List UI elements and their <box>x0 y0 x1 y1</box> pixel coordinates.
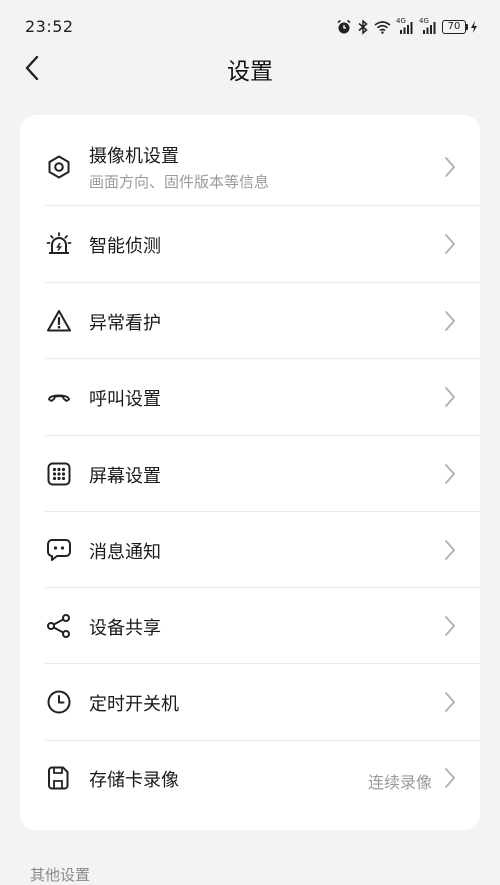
chevron-right-icon <box>445 692 455 712</box>
settings-row-device-sharing[interactable]: 设备共享 <box>20 588 480 664</box>
grid-icon <box>46 461 72 487</box>
row-label: 屏幕设置 <box>89 466 161 487</box>
chevron-right-icon <box>445 157 455 177</box>
chevron-right-icon <box>445 464 455 484</box>
chevron-right-icon <box>445 540 455 560</box>
chat-bubble-icon <box>46 537 72 563</box>
warning-triangle-icon <box>46 308 72 334</box>
status-icons: 4G 4G 70 <box>336 17 478 37</box>
row-label: 摄像机设置 <box>89 146 179 167</box>
nav-bar: 设置 <box>0 44 500 92</box>
row-value: 连续录像 <box>367 773 432 792</box>
battery-level: 70 <box>442 20 466 34</box>
settings-card: 摄像机设置 画面方向、固件版本等信息 智能侦测 异常看护 呼叫设置 屏幕设置 消… <box>20 115 480 830</box>
signal-label: 4G <box>419 17 429 25</box>
chevron-right-icon <box>445 234 455 254</box>
page-title: 设置 <box>227 59 273 85</box>
wifi-icon <box>374 20 391 34</box>
settings-row-notifications[interactable]: 消息通知 <box>20 512 480 588</box>
settings-row-abnormal-care[interactable]: 异常看护 <box>20 283 480 359</box>
signal-icon-sim2: 4G <box>419 17 437 34</box>
row-label: 定时开关机 <box>89 694 179 715</box>
bluetooth-icon <box>357 19 369 35</box>
signal-label: 4G <box>396 17 406 25</box>
row-label: 消息通知 <box>89 542 161 563</box>
chevron-right-icon <box>445 387 455 407</box>
clock-icon <box>46 689 72 715</box>
battery-icon: 70 <box>442 20 478 34</box>
row-sublabel: 画面方向、固件版本等信息 <box>89 173 270 191</box>
settings-row-camera[interactable]: 摄像机设置 画面方向、固件版本等信息 <box>20 115 480 205</box>
row-label: 智能侦测 <box>89 236 161 257</box>
alarm-light-icon <box>46 231 72 257</box>
row-label: 异常看护 <box>89 313 161 334</box>
signal-icon-sim1: 4G <box>396 17 414 34</box>
phone-hangup-icon <box>46 384 72 410</box>
row-label: 呼叫设置 <box>89 389 161 410</box>
alarm-clock-icon <box>336 19 352 35</box>
status-time: 23:52 <box>25 17 74 36</box>
settings-row-call[interactable]: 呼叫设置 <box>20 359 480 435</box>
settings-row-screen[interactable]: 屏幕设置 <box>20 436 480 512</box>
section-label-other: 其他设置 <box>30 866 91 884</box>
sd-card-icon <box>46 765 72 791</box>
row-label: 存储卡录像 <box>89 770 179 791</box>
chevron-right-icon <box>445 768 455 788</box>
settings-row-scheduled-power[interactable]: 定时开关机 <box>20 664 480 740</box>
settings-row-sd-recording[interactable]: 存储卡录像 连续录像 <box>20 741 480 817</box>
share-icon <box>46 613 72 639</box>
settings-row-smart-detection[interactable]: 智能侦测 <box>20 206 480 282</box>
charging-icon <box>471 21 477 33</box>
hexagon-settings-icon <box>46 154 72 180</box>
chevron-right-icon <box>445 311 455 331</box>
chevron-right-icon <box>445 616 455 636</box>
row-label: 设备共享 <box>89 618 161 639</box>
